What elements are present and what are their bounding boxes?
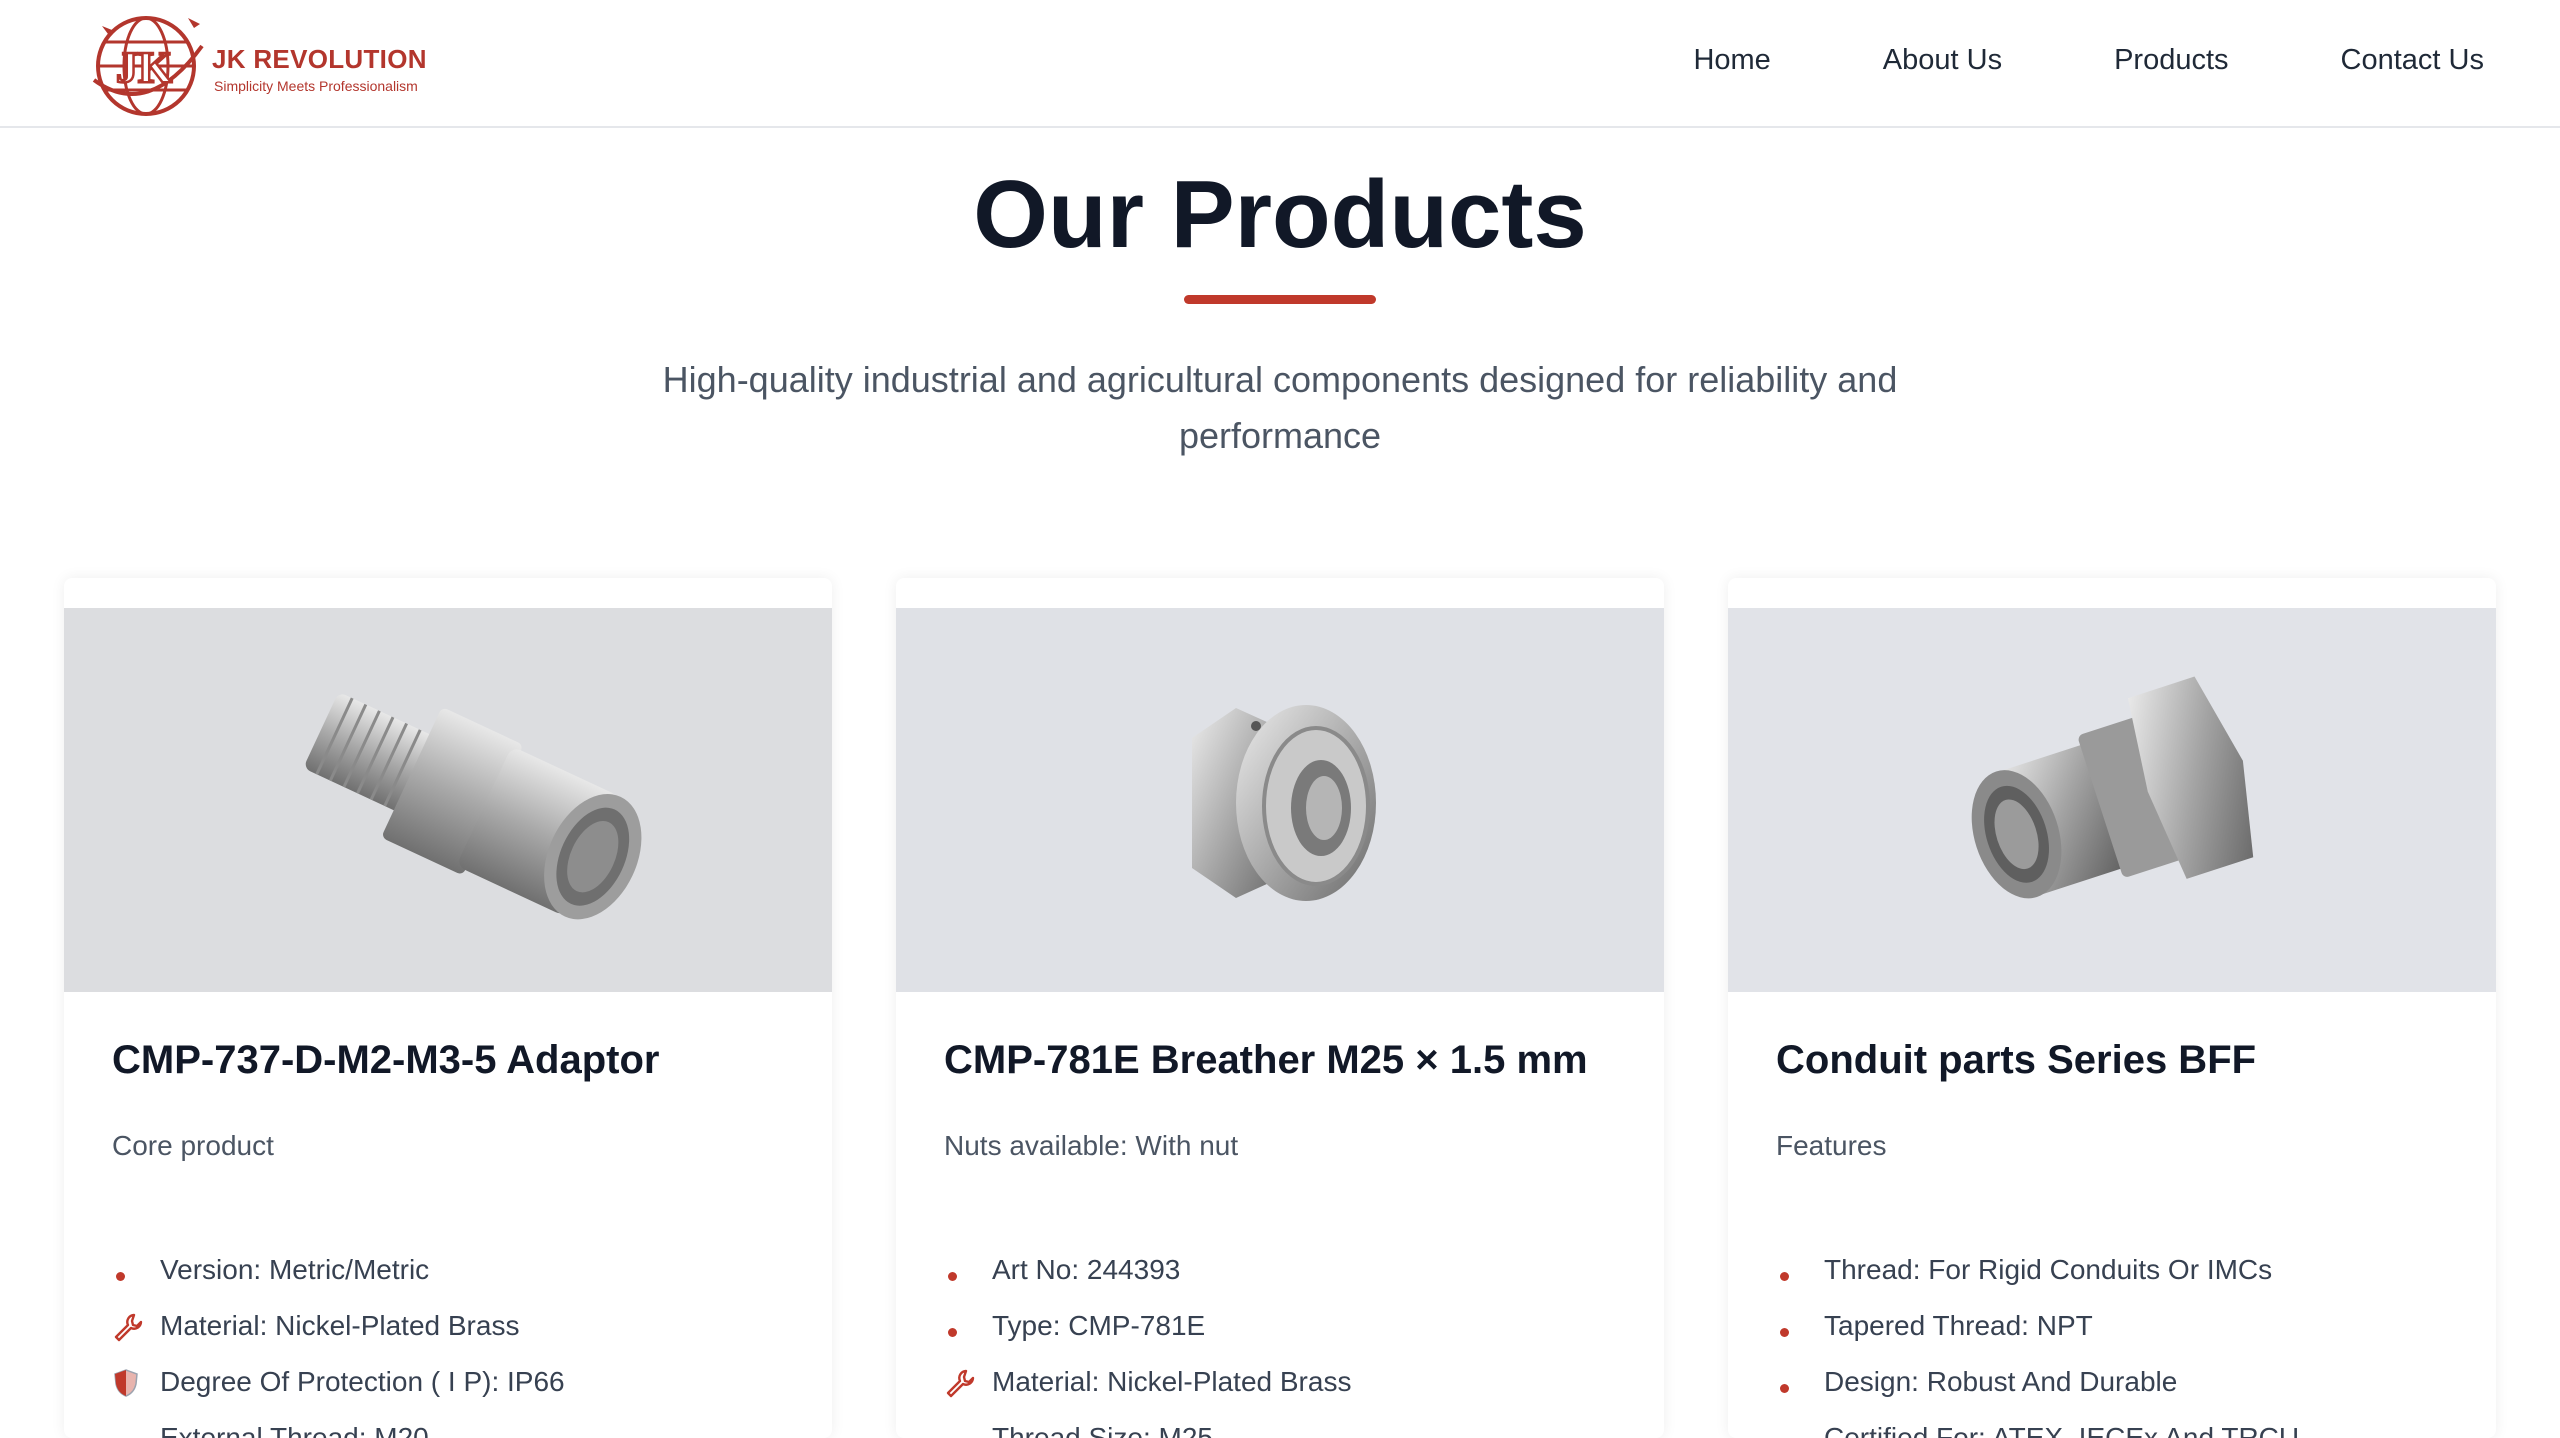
nav-about-us[interactable]: About Us [1883, 44, 2002, 77]
bullet-dot-icon [1776, 1298, 1824, 1354]
bullet-dot-icon [1776, 1242, 1824, 1298]
shield-icon [112, 1354, 160, 1410]
nav-home[interactable]: Home [1693, 44, 1770, 77]
feature-list: Thread: For Rigid Conduits Or IMCs Taper… [1776, 1242, 2299, 1438]
product-card[interactable]: CMP-737-D-M2-M3-5 Adaptor Core product V… [64, 578, 832, 1438]
list-item: Degree Of Protection ( I P): IP66 [112, 1354, 565, 1410]
brand-tagline: Simplicity Meets Professionalism [214, 78, 418, 94]
site-header: JK JK REVOLUTION Simplicity Meets Profes… [0, 0, 2560, 128]
bullet-dot-icon [944, 1242, 992, 1298]
brand-name: JK REVOLUTION [212, 44, 427, 74]
nav-contact-us[interactable]: Contact Us [2341, 44, 2484, 77]
page-subtitle: High-quality industrial and agricultural… [662, 359, 1898, 456]
bullet-dot-icon [112, 1410, 160, 1438]
bullet-dot-icon [944, 1298, 992, 1354]
list-item: Thread: For Rigid Conduits Or IMCs [1776, 1242, 2299, 1298]
feature-list: Version: Metric/Metric Material: Nickel-… [112, 1242, 565, 1438]
wrench-icon [112, 1298, 160, 1354]
svg-text:JK: JK [116, 43, 172, 92]
product-title[interactable]: CMP-737-D-M2-M3-5 Adaptor [112, 1038, 659, 1083]
product-card[interactable]: Conduit parts Series BFF Features Thread… [1728, 578, 2496, 1438]
wrench-icon [944, 1354, 992, 1410]
product-title[interactable]: Conduit parts Series BFF [1776, 1038, 2256, 1083]
globe-logo-icon: JK [92, 16, 204, 116]
list-item: Thread Size: M25 [944, 1410, 1351, 1438]
list-item: Certified For: ATEX, IECEx And TRCU [1776, 1410, 2299, 1438]
list-item: Tapered Thread: NPT [1776, 1298, 2299, 1354]
product-subtitle: Features [1776, 1130, 1887, 1161]
product-title[interactable]: CMP-781E Breather M25 × 1.5 mm [944, 1038, 1588, 1083]
list-item: Version: Metric/Metric [112, 1242, 565, 1298]
bullet-dot-icon [112, 1242, 160, 1298]
list-item: Material: Nickel-Plated Brass [944, 1354, 1351, 1410]
list-item: Art No: 244393 [944, 1242, 1351, 1298]
product-card[interactable]: CMP-781E Breather M25 × 1.5 mm Nuts avai… [896, 578, 1664, 1438]
product-image-conduit[interactable] [1728, 608, 2496, 992]
logo[interactable]: JK JK REVOLUTION Simplicity Meets Profes… [88, 10, 448, 118]
title-underline [1184, 295, 1376, 304]
product-image-adaptor[interactable] [64, 608, 832, 992]
bullet-dot-icon [1776, 1410, 1824, 1438]
bullet-dot-icon [944, 1410, 992, 1438]
page-title: Our Products [973, 161, 1587, 268]
product-subtitle: Core product [112, 1130, 274, 1161]
list-item: Material: Nickel-Plated Brass [112, 1298, 565, 1354]
feature-list: Art No: 244393 Type: CMP-781E Material: … [944, 1242, 1351, 1438]
list-item: External Thread: M20 [112, 1410, 565, 1438]
product-image-breather[interactable] [896, 608, 1664, 992]
product-subtitle: Nuts available: With nut [944, 1130, 1239, 1161]
list-item: Design: Robust And Durable [1776, 1354, 2299, 1410]
list-item: Type: CMP-781E [944, 1298, 1351, 1354]
nav-products[interactable]: Products [2114, 44, 2228, 77]
bullet-dot-icon [1776, 1354, 1824, 1410]
main-nav: Home About Us Products Contact Us [1693, 44, 2484, 77]
